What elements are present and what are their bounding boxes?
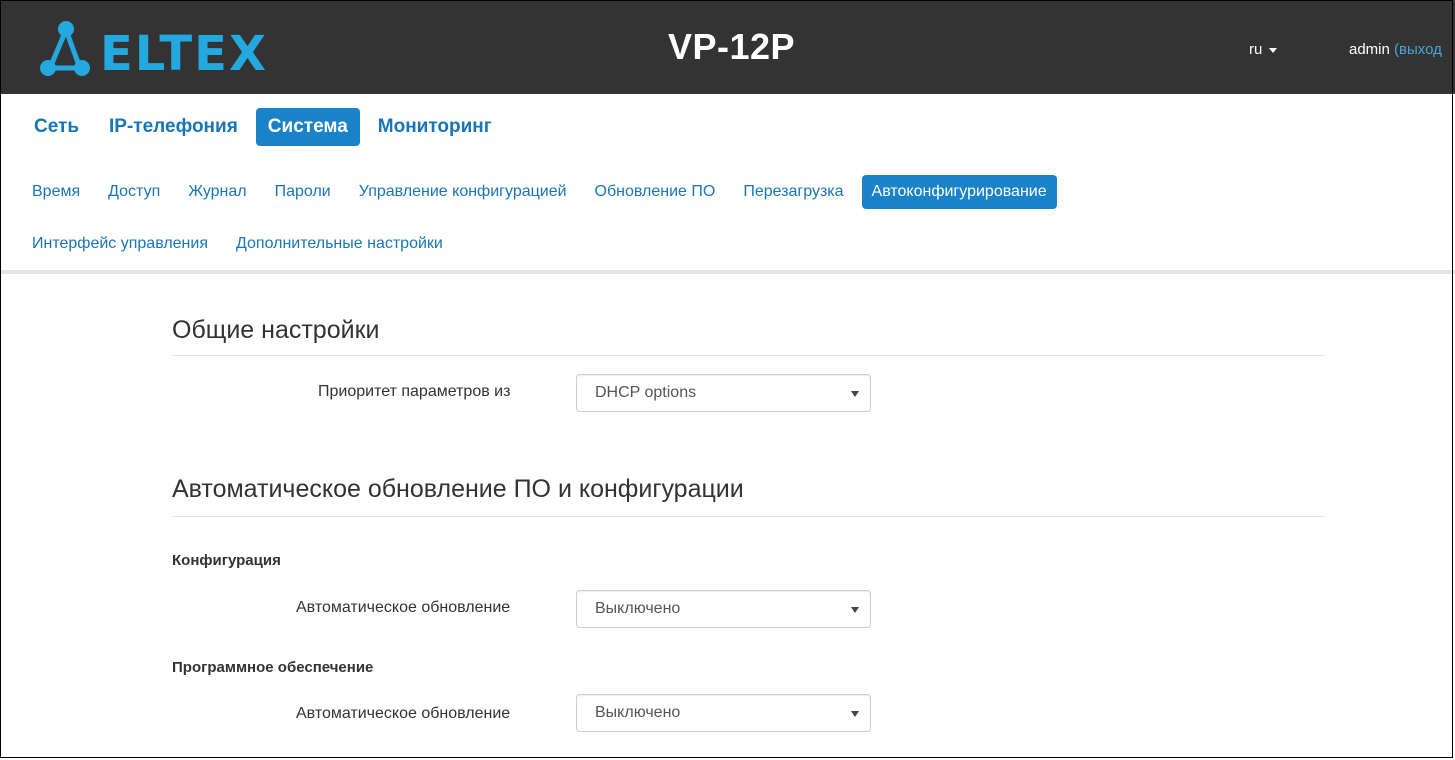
subnav-log[interactable]: Журнал [178, 175, 256, 209]
subnav-additional-settings[interactable]: Дополнительные настройки [226, 227, 453, 261]
nav-network[interactable]: Сеть [22, 108, 91, 146]
svg-text:ELTEX: ELTEX [100, 26, 268, 82]
language-dropdown[interactable]: ru [1249, 41, 1278, 58]
software-auto-update-value: Выключено [595, 704, 681, 721]
subnav-access[interactable]: Доступ [98, 175, 170, 209]
config-auto-update-select[interactable]: Выключено [576, 590, 871, 628]
config-auto-update-value: Выключено [595, 600, 681, 617]
nav-monitoring[interactable]: Мониторинг [366, 108, 504, 146]
user-info: admin (выход [1349, 41, 1442, 58]
username: admin [1349, 41, 1390, 58]
nav-system[interactable]: Система [255, 108, 360, 146]
nav-separator [0, 270, 1455, 274]
language-label: ru [1249, 41, 1263, 58]
subnav-autoconfiguration[interactable]: Автоконфигурирование [861, 175, 1057, 209]
top-header: ELTEX VP-12P ru admin (выход [0, 0, 1455, 94]
subnav-reboot[interactable]: Перезагрузка [733, 175, 853, 209]
logout-link[interactable]: (выход [1394, 41, 1442, 58]
subnav-management-interface[interactable]: Интерфейс управления [22, 227, 218, 261]
priority-label: Приоритет параметров из [318, 383, 511, 400]
software-auto-update-label: Автоматическое обновление [296, 705, 511, 722]
select-arrow-icon [851, 391, 859, 397]
general-settings-title: Общие настройки [172, 316, 380, 344]
device-model-title: VP-12P [668, 26, 796, 67]
subnav-firmware-update[interactable]: Обновление ПО [585, 175, 726, 209]
subnav-config-management[interactable]: Управление конфигурацией [349, 175, 577, 209]
priority-select[interactable]: DHCP options [576, 374, 871, 412]
section-divider [172, 516, 1325, 517]
eltex-logo[interactable]: ELTEX [36, 16, 306, 86]
select-arrow-icon [851, 607, 859, 613]
section-divider [172, 355, 1325, 356]
configuration-group-label: Конфигурация [172, 552, 281, 569]
config-auto-update-label: Автоматическое обновление [296, 599, 511, 616]
software-group-label: Программное обеспечение [172, 659, 374, 676]
subnav-time[interactable]: Время [22, 175, 90, 209]
caret-down-icon [1269, 47, 1278, 53]
main-nav: Сеть IP-телефония Система Мониторинг [22, 106, 510, 148]
nav-ip-telephony[interactable]: IP-телефония [97, 108, 250, 146]
select-arrow-icon [851, 711, 859, 717]
software-auto-update-select[interactable]: Выключено [576, 694, 871, 732]
auto-update-title: Автоматическое обновление ПО и конфигура… [172, 475, 744, 503]
priority-select-value: DHCP options [595, 384, 697, 401]
sub-nav: Время Доступ Журнал Пароли Управление ко… [22, 173, 1442, 277]
subnav-passwords[interactable]: Пароли [265, 175, 341, 209]
